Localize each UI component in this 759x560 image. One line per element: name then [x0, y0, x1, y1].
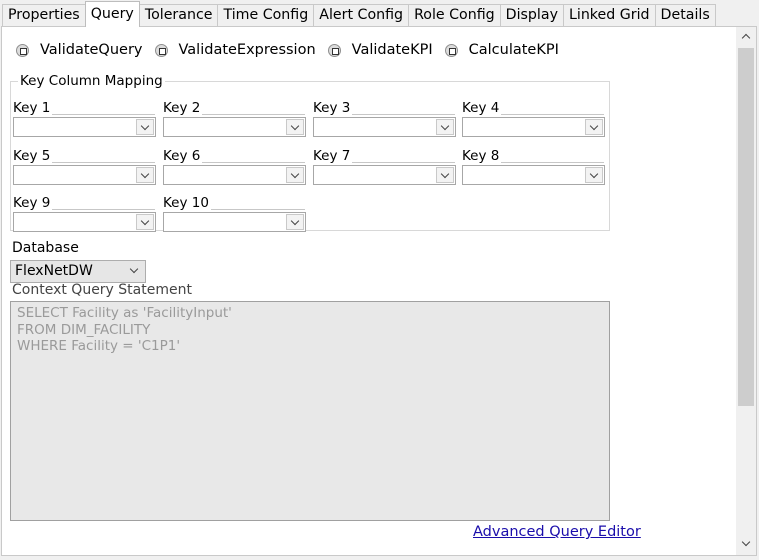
query-panel: ValidateQuery ValidateExpression Validat…	[1, 26, 757, 556]
key-separator	[351, 114, 455, 115]
chevron-down-icon	[140, 121, 150, 131]
key-6-dropdown[interactable]	[163, 165, 306, 185]
tab-display[interactable]: Display	[499, 4, 564, 27]
dropdown-button[interactable]	[136, 119, 154, 135]
dropdown-button[interactable]	[136, 167, 154, 183]
dropdown-button[interactable]	[436, 119, 454, 135]
key-label: Key 10	[163, 195, 211, 211]
chevron-down-icon	[290, 169, 300, 179]
scroll-thumb[interactable]	[738, 48, 754, 406]
tab-query[interactable]: Query	[84, 1, 140, 27]
key-label: Key 5	[13, 148, 53, 164]
key-separator	[201, 114, 305, 115]
key-label: Key 8	[462, 148, 502, 164]
key-label: Key 9	[13, 195, 53, 211]
chevron-down-icon	[589, 121, 599, 131]
key-2-dropdown[interactable]	[163, 117, 306, 137]
validate-kpi-checkbox[interactable]: ValidateKPI	[327, 42, 433, 58]
key-separator	[51, 114, 155, 115]
chevron-down-icon	[589, 169, 599, 179]
key-column-mapping-group: Key Column Mapping Key 1 Key 2 Key 3 Key…	[10, 73, 610, 232]
checkbox-icon[interactable]	[444, 43, 458, 57]
dropdown-button[interactable]	[585, 119, 603, 135]
checkbox-label: CalculateKPI	[468, 42, 559, 58]
key-7-dropdown[interactable]	[313, 165, 456, 185]
validate-query-checkbox[interactable]: ValidateQuery	[16, 42, 143, 58]
context-query-label: Context Query Statement	[12, 282, 192, 298]
database-selected-value: FlexNetDW	[15, 263, 93, 279]
tab-role-config[interactable]: Role Config	[408, 4, 501, 27]
vertical-scrollbar[interactable]	[736, 27, 756, 555]
dropdown-button[interactable]	[286, 214, 304, 230]
key-label: Key 4	[462, 100, 502, 116]
scroll-up-button[interactable]	[736, 27, 756, 47]
dropdown-button[interactable]	[286, 119, 304, 135]
key-3-dropdown[interactable]	[313, 117, 456, 137]
key-separator	[500, 114, 604, 115]
dropdown-button[interactable]	[585, 167, 603, 183]
key-separator	[51, 162, 155, 163]
key-label: Key 1	[13, 100, 53, 116]
tab-tolerance[interactable]: Tolerance	[138, 4, 219, 27]
chevron-down-icon	[290, 121, 300, 131]
key-label: Key 7	[313, 148, 353, 164]
checkbox-label: ValidateQuery	[40, 42, 143, 58]
dropdown-button[interactable]	[286, 167, 304, 183]
chevron-down-icon	[440, 121, 450, 131]
context-query-textarea[interactable]: SELECT Facility as 'FacilityInput' FROM …	[10, 301, 610, 521]
chevron-up-icon	[741, 33, 751, 43]
advanced-query-editor-link[interactable]: Advanced Query Editor	[473, 524, 641, 540]
validate-expression-checkbox[interactable]: ValidateExpression	[154, 42, 316, 58]
validation-options: ValidateQuery ValidateExpression Validat…	[16, 42, 571, 58]
key-4-dropdown[interactable]	[462, 117, 605, 137]
chevron-down-icon	[140, 169, 150, 179]
tab-alert-config[interactable]: Alert Config	[313, 4, 410, 27]
calculate-kpi-checkbox[interactable]: CalculateKPI	[444, 42, 559, 58]
key-5-dropdown[interactable]	[13, 165, 156, 185]
checkbox-label: ValidateKPI	[351, 42, 433, 58]
key-separator	[351, 162, 455, 163]
database-dropdown[interactable]: FlexNetDW	[10, 260, 146, 283]
key-8-dropdown[interactable]	[462, 165, 605, 185]
key-9-dropdown[interactable]	[13, 212, 156, 232]
key-separator	[500, 162, 604, 163]
key-separator	[51, 209, 155, 210]
key-label: Key 2	[163, 100, 203, 116]
checkbox-icon[interactable]	[327, 43, 341, 57]
key-separator	[201, 162, 305, 163]
chevron-down-icon	[140, 216, 150, 226]
tab-details[interactable]: Details	[654, 4, 716, 27]
key-column-mapping-legend: Key Column Mapping	[20, 73, 163, 89]
key-separator	[209, 209, 305, 210]
key-label: Key 3	[313, 100, 353, 116]
tab-time-config[interactable]: Time Config	[217, 4, 315, 27]
tab-strip: Properties Query Tolerance Time Config A…	[2, 1, 716, 27]
checkbox-label: ValidateExpression	[178, 42, 316, 58]
key-10-dropdown[interactable]	[163, 212, 306, 232]
chevron-down-icon	[741, 537, 751, 547]
tab-properties[interactable]: Properties	[2, 4, 86, 27]
database-label: Database	[12, 240, 79, 256]
key-label: Key 6	[163, 148, 203, 164]
scroll-down-button[interactable]	[736, 535, 756, 555]
dropdown-button[interactable]	[136, 214, 154, 230]
key-1-dropdown[interactable]	[13, 117, 156, 137]
chevron-down-icon	[129, 264, 139, 274]
checkbox-icon[interactable]	[16, 43, 29, 57]
checkbox-icon[interactable]	[154, 43, 168, 57]
dropdown-button[interactable]	[436, 167, 454, 183]
chevron-down-icon	[440, 169, 450, 179]
chevron-down-icon	[290, 216, 300, 226]
tab-linked-grid[interactable]: Linked Grid	[562, 4, 656, 27]
